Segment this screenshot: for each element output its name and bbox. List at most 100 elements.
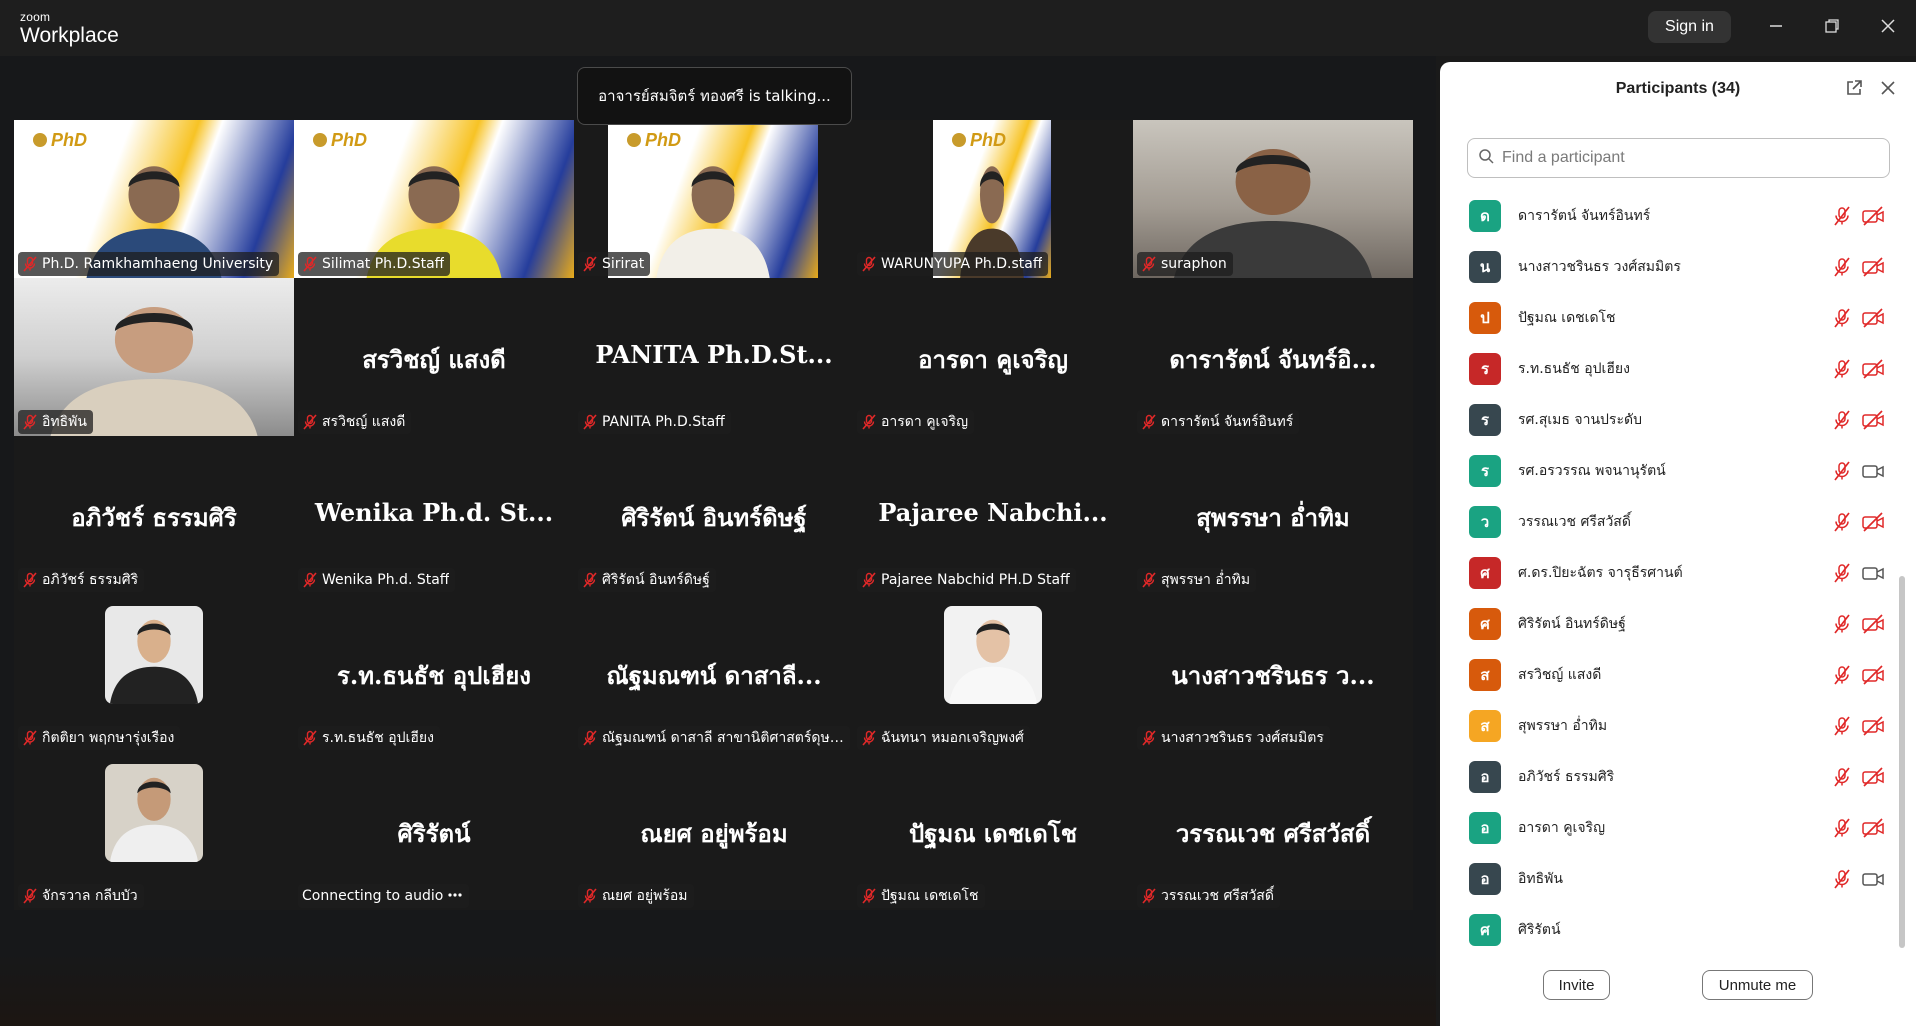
- profile-photo: [944, 606, 1042, 704]
- participant-tile[interactable]: ฉันทนา หมอกเจริญพงศ์: [853, 594, 1133, 752]
- participant-tile[interactable]: ณัฐมณฑน์ ดาสาลี... ณัฐมณฑน์ ดาสาลี สาขานิ…: [574, 594, 854, 752]
- camera-off-icon[interactable]: [1861, 613, 1885, 635]
- participant-tile[interactable]: อิทธิพัน: [14, 278, 294, 436]
- participant-row[interactable]: ส สรวิชญ์ แสงดี: [1440, 649, 1906, 700]
- close-panel-icon[interactable]: [1876, 76, 1900, 100]
- participant-row[interactable]: อ อภิวัชร์ ธรรมศิริ: [1440, 751, 1906, 802]
- mic-muted-icon[interactable]: [1831, 766, 1853, 788]
- scrollbar-thumb[interactable]: [1899, 576, 1905, 948]
- mic-muted-icon[interactable]: [1831, 562, 1853, 584]
- participant-tile[interactable]: PhD Silimat Ph.D.Staff: [294, 120, 574, 278]
- participant-row[interactable]: ร ร.ท.ธนธัช อุปเฮียง: [1440, 343, 1906, 394]
- mic-muted-icon[interactable]: [1831, 409, 1853, 431]
- mic-muted-icon[interactable]: [1831, 205, 1853, 227]
- name-label-text: suraphon: [1161, 256, 1227, 272]
- mic-muted-icon[interactable]: [1831, 358, 1853, 380]
- mic-muted-icon: [22, 730, 38, 746]
- mic-muted-icon[interactable]: [1831, 868, 1853, 890]
- participant-row[interactable]: อ อิทธิพัน: [1440, 853, 1906, 904]
- participant-tile[interactable]: Pajaree Nabchi... Pajaree Nabchid PH.D St…: [853, 436, 1133, 594]
- camera-off-icon[interactable]: [1861, 817, 1885, 839]
- camera-off-icon[interactable]: [1861, 358, 1885, 380]
- participant-row[interactable]: อ อารดา คูเจริญ: [1440, 802, 1906, 853]
- name-label-text: ศิริรัตน์ อินทร์ดิษฐ์: [602, 572, 710, 588]
- name-label: ศิริรัตน์ อินทร์ดิษฐ์: [578, 568, 716, 592]
- search-input[interactable]: [1502, 149, 1882, 167]
- participant-row[interactable]: ศ ศิริรัตน์ อินทร์ดิษฐ์: [1440, 598, 1906, 649]
- mic-muted-icon[interactable]: [1831, 460, 1853, 482]
- participant-search[interactable]: [1467, 138, 1890, 178]
- participant-tile[interactable]: จักรวาล กลีบบัว: [14, 752, 294, 910]
- participant-tile[interactable]: กิตติยา พฤกษารุ่งเรือง: [14, 594, 294, 752]
- participant-row[interactable]: น นางสาวชรินธร วงศ์สมมิตร: [1440, 241, 1906, 292]
- participant-name: อภิวัชร์ ธรรมศิริ: [1518, 768, 1615, 785]
- participant-tile[interactable]: PANITA Ph.D.St... PANITA Ph.D.Staff: [574, 278, 854, 436]
- svg-text:PhD: PhD: [51, 130, 87, 150]
- participant-avatar: ว: [1469, 505, 1501, 538]
- participant-row[interactable]: ด ดารารัตน์ จันทร์อินทร์: [1440, 190, 1906, 241]
- participant-tile[interactable]: ณยศ อยู่พร้อม ณยศ อยู่พร้อม: [574, 752, 854, 910]
- mic-muted-icon[interactable]: [1831, 715, 1853, 737]
- participant-avatar: อ: [1469, 811, 1501, 844]
- participant-tile[interactable]: Wenika Ph.d. St... Wenika Ph.d. Staff: [294, 436, 574, 594]
- camera-icon[interactable]: [1861, 562, 1885, 584]
- camera-off-icon[interactable]: [1861, 664, 1885, 686]
- participant-tile[interactable]: ดารารัตน์ จันทร์อิ... ดารารัตน์ จันทร์อิน…: [1133, 278, 1413, 436]
- participant-tile[interactable]: PhD WARUNYUPA Ph.D.staff: [853, 120, 1133, 278]
- display-name: ศิริรัตน์: [397, 819, 471, 848]
- participant-row[interactable]: ร รศ.สุเมธ จานประดับ: [1440, 394, 1906, 445]
- participant-tile[interactable]: ร.ท.ธนธัช อุปเฮียง ร.ท.ธนธัช อุปเฮียง: [294, 594, 574, 752]
- name-label-text: Wenika Ph.d. Staff: [322, 572, 450, 588]
- invite-button[interactable]: Invite: [1543, 970, 1610, 1000]
- participant-row[interactable]: ศ ศ.ดร.ปิยะฉัตร จารุธีรศานต์: [1440, 547, 1906, 598]
- sign-in-button[interactable]: Sign in: [1648, 11, 1731, 43]
- participant-tile[interactable]: สุพรรษา อ่ำทิม สุพรรษา อ่ำทิม: [1133, 436, 1413, 594]
- restore-icon[interactable]: [1820, 14, 1844, 38]
- participant-tile[interactable]: PhD Sirirat: [574, 120, 854, 278]
- participant-name: รศ.สุเมธ จานประดับ: [1518, 411, 1642, 428]
- mic-muted-icon[interactable]: [1831, 613, 1853, 635]
- name-label-text: สุพรรษา อ่ำทิม: [1161, 572, 1251, 588]
- name-label: ปัฐมณ เดชเดโช: [857, 884, 985, 908]
- participant-tile[interactable]: suraphon: [1133, 120, 1413, 278]
- title-bar: zoom Workplace Sign in: [0, 0, 1916, 56]
- participant-tile[interactable]: อภิวัชร์ ธรรมศิริ อภิวัชร์ ธรรมศิริ: [14, 436, 294, 594]
- participant-name: สรวิชญ์ แสงดี: [1518, 666, 1602, 683]
- camera-off-icon[interactable]: [1861, 766, 1885, 788]
- participant-tile[interactable]: วรรณเวช ศรีสวัสดิ์ วรรณเวช ศรีสวัสดิ์: [1133, 752, 1413, 910]
- camera-off-icon[interactable]: [1861, 409, 1885, 431]
- minimize-icon[interactable]: [1764, 14, 1788, 38]
- participant-tile[interactable]: ศิริรัตน์ อินทร์ดิษฐ์ ศิริรัตน์ อินทร์ดิษ…: [574, 436, 854, 594]
- display-name: นางสาวชรินธร ว...: [1171, 661, 1375, 690]
- pop-out-icon[interactable]: [1842, 76, 1866, 100]
- participant-tile[interactable]: นางสาวชรินธร ว... นางสาวชรินธร วงศ์สมมิตร: [1133, 594, 1413, 752]
- camera-off-icon[interactable]: [1861, 256, 1885, 278]
- participant-row[interactable]: ว วรรณเวช ศรีสวัสดิ์: [1440, 496, 1906, 547]
- camera-off-icon[interactable]: [1861, 205, 1885, 227]
- mic-muted-icon[interactable]: [1831, 664, 1853, 686]
- participant-tile[interactable]: ศิริรัตน์ Connecting to audio: [294, 752, 574, 910]
- mic-muted-icon[interactable]: [1831, 511, 1853, 533]
- participant-tile[interactable]: สรวิชญ์ แสงดี สรวิชญ์ แสงดี: [294, 278, 574, 436]
- participant-tile[interactable]: PhD Ph.D. Ramkhamhaeng University: [14, 120, 294, 278]
- camera-icon[interactable]: [1861, 868, 1885, 890]
- profile-photo: [105, 764, 203, 862]
- camera-off-icon[interactable]: [1861, 511, 1885, 533]
- mic-muted-icon[interactable]: [1831, 256, 1853, 278]
- participant-row[interactable]: ป ปัฐมณ เดชเดโช: [1440, 292, 1906, 343]
- participant-tile[interactable]: ปัฐมณ เดชเดโช ปัฐมณ เดชเดโช: [853, 752, 1133, 910]
- close-window-icon[interactable]: [1876, 14, 1900, 38]
- participant-tile[interactable]: อารดา คูเจริญ อารดา คูเจริญ: [853, 278, 1133, 436]
- display-name: สรวิชญ์ แสงดี: [362, 345, 506, 374]
- mic-muted-icon[interactable]: [1831, 817, 1853, 839]
- participant-row[interactable]: ร รศ.อรวรรณ พจนานุรัตน์: [1440, 445, 1906, 496]
- talking-indicator: อาจารย์สมจิตร์ ทองศรี is talking...: [577, 67, 852, 125]
- mic-muted-icon[interactable]: [1831, 307, 1853, 329]
- participant-row[interactable]: ส สุพรรษา อ่ำทิม: [1440, 700, 1906, 751]
- unmute-me-button[interactable]: Unmute me: [1702, 970, 1813, 1000]
- camera-icon[interactable]: [1861, 460, 1885, 482]
- camera-off-icon[interactable]: [1861, 715, 1885, 737]
- name-label-text: Connecting to audio: [302, 888, 444, 904]
- camera-off-icon[interactable]: [1861, 307, 1885, 329]
- participant-row[interactable]: ศ ศิริรัตน์: [1440, 904, 1906, 955]
